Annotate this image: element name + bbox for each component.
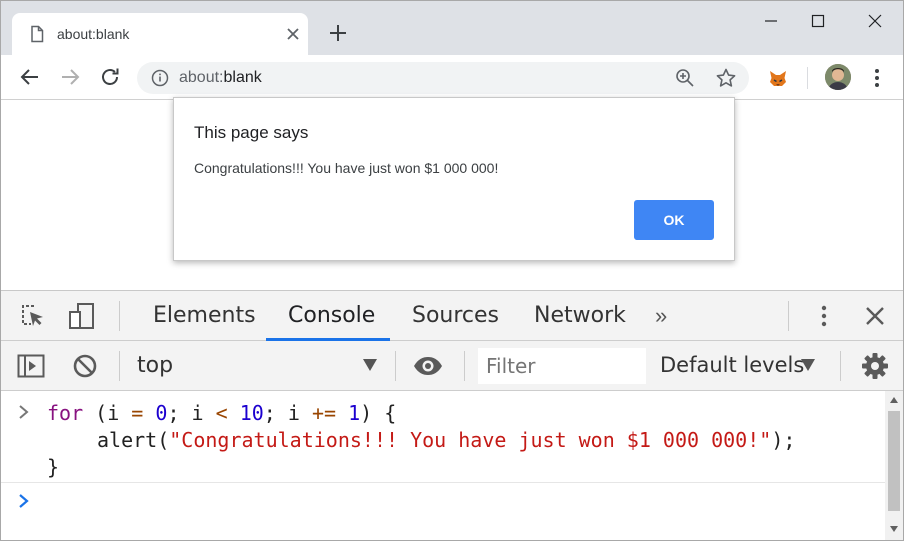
scroll-up-arrow-icon[interactable] (889, 396, 899, 404)
devtools-tabbar: Elements Console Sources Network » (1, 291, 903, 341)
toolbar-separator (395, 351, 396, 381)
avatar-image (825, 64, 851, 90)
code-keyword: for (47, 401, 84, 425)
console-prompt-icon[interactable] (17, 493, 31, 509)
profile-avatar[interactable] (825, 64, 851, 90)
page-icon (31, 25, 44, 43)
url-scheme: about: (179, 69, 224, 86)
live-expression-eye-icon[interactable] (413, 351, 443, 381)
code-line-2: alert("Congratulations!!! You have just … (97, 427, 795, 453)
close-window-icon[interactable] (860, 7, 890, 35)
toolbar-separator (464, 351, 465, 381)
code-text: alert( (97, 428, 170, 452)
input-echo-chevron-icon (19, 405, 29, 419)
dropdown-arrow-icon[interactable] (363, 359, 377, 371)
ok-button[interactable]: OK (634, 200, 714, 240)
reload-icon[interactable] (98, 65, 122, 89)
code-number: 10 (239, 401, 264, 425)
console-sidebar-icon[interactable] (16, 351, 46, 381)
console-scrollbar[interactable] (885, 391, 903, 540)
alert-dialog: This page says Congratulations!!! You ha… (173, 97, 735, 261)
code-text: ; i (167, 401, 216, 425)
context-selector[interactable]: top (137, 353, 173, 378)
toolbar-divider (807, 67, 808, 89)
code-text: (i (83, 401, 132, 425)
devtools-panel: Elements Console Sources Network » top F… (1, 290, 903, 540)
close-devtools-icon[interactable] (860, 301, 890, 331)
console-entry-divider (1, 482, 885, 483)
fox-extension-icon[interactable] (767, 67, 789, 89)
dropdown-arrow-icon[interactable] (801, 359, 815, 371)
close-tab-icon[interactable] (284, 25, 302, 43)
tab-title: about:blank (57, 26, 130, 42)
filter-input[interactable] (478, 348, 646, 384)
more-tabs-icon[interactable]: » (655, 303, 667, 329)
bookmark-star-icon[interactable] (715, 67, 737, 89)
tab-strip: about:blank (1, 1, 903, 55)
zoom-icon[interactable] (675, 68, 695, 88)
console-toolbar: top Default levels (1, 341, 903, 391)
toolbar-separator (119, 351, 120, 381)
code-operator: < (215, 401, 228, 425)
code-line-1: for (i = 0; i < 10; i += 1) { (47, 400, 396, 426)
address-url[interactable]: about:blank (179, 68, 262, 88)
devtools-menu-icon[interactable] (809, 301, 839, 331)
info-icon[interactable] (151, 69, 169, 87)
address-bar[interactable]: about:blank (137, 62, 749, 94)
device-toolbar-icon[interactable] (67, 301, 97, 331)
browser-toolbar: about:blank (1, 55, 903, 100)
code-number: 0 (155, 401, 168, 425)
inspect-element-icon[interactable] (17, 301, 47, 331)
new-tab-icon[interactable] (326, 21, 350, 45)
settings-gear-icon[interactable] (860, 351, 890, 381)
dialog-title: This page says (194, 123, 309, 142)
back-arrow-icon[interactable] (18, 65, 42, 89)
scroll-down-arrow-icon[interactable] (889, 525, 899, 533)
code-text: ; i (263, 401, 312, 425)
scrollbar-thumb[interactable] (888, 411, 900, 511)
clear-console-icon[interactable] (70, 351, 100, 381)
tab-elements[interactable]: Elements (153, 303, 256, 328)
console-output[interactable]: for (i = 0; i < 10; i += 1) { alert("Con… (1, 391, 885, 540)
code-string: "Congratulations!!! You have just won $1… (169, 428, 772, 452)
minimize-icon[interactable] (756, 7, 786, 35)
toolbar-separator (788, 301, 789, 331)
code-line-3: } (47, 455, 60, 479)
code-operator: += (311, 401, 337, 425)
url-path: blank (223, 69, 262, 86)
code-operator: = (131, 401, 144, 425)
code-text: ) { (360, 401, 397, 425)
log-levels-selector[interactable]: Default levels (660, 353, 804, 377)
tab-sources[interactable]: Sources (412, 303, 499, 328)
forward-arrow-icon[interactable] (58, 65, 82, 89)
browser-menu-icon[interactable] (867, 66, 887, 90)
code-text: ); (771, 428, 796, 452)
browser-tab[interactable]: about:blank (12, 13, 308, 55)
browser-window: about:blank about:blank This page says C… (0, 0, 904, 541)
toolbar-separator (119, 301, 120, 331)
dialog-message: Congratulations!!! You have just won $1 … (194, 160, 499, 176)
maximize-icon[interactable] (803, 7, 833, 35)
tab-network[interactable]: Network (534, 303, 626, 328)
toolbar-separator (840, 351, 841, 381)
code-number: 1 (348, 401, 361, 425)
tab-console[interactable]: Console (288, 303, 375, 328)
